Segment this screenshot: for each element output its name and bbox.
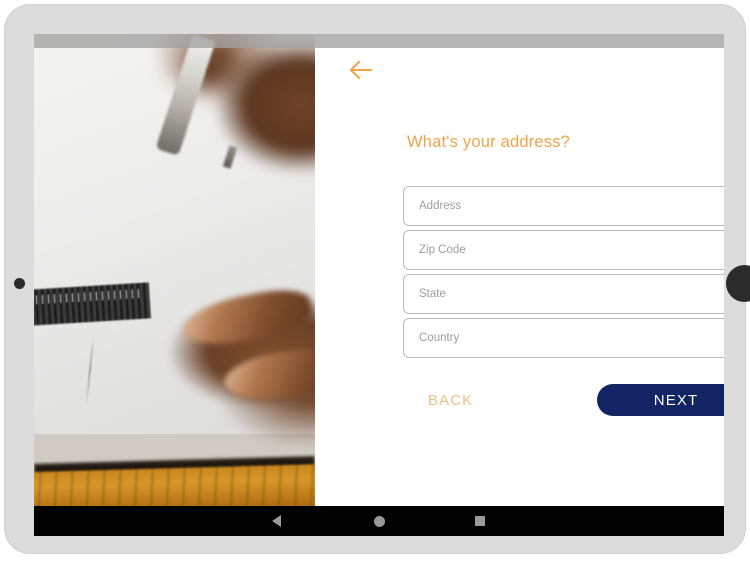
country-input[interactable] bbox=[403, 318, 724, 358]
device-screen: What's your address? BACK NEXT bbox=[34, 34, 724, 536]
form-actions: BACK NEXT bbox=[403, 384, 724, 421]
arrow-left-icon[interactable] bbox=[347, 57, 377, 83]
hero-photo bbox=[34, 34, 315, 506]
page-title: What's your address? bbox=[407, 133, 571, 151]
back-button[interactable]: BACK bbox=[428, 392, 473, 409]
square-recents-icon[interactable] bbox=[450, 506, 510, 536]
address-input[interactable] bbox=[403, 186, 724, 226]
side-button-icon[interactable] bbox=[726, 265, 750, 302]
android-nav-bar bbox=[34, 506, 724, 536]
camera-dot-icon bbox=[14, 278, 25, 289]
triangle-back-icon[interactable] bbox=[246, 506, 306, 536]
address-form-panel: What's your address? BACK NEXT bbox=[315, 34, 724, 506]
next-button[interactable]: NEXT bbox=[597, 384, 724, 416]
photo-wooden-table bbox=[34, 463, 315, 506]
tablet-device-frame: What's your address? BACK NEXT bbox=[4, 4, 750, 554]
zip-code-input[interactable] bbox=[403, 230, 724, 270]
state-input[interactable] bbox=[403, 274, 724, 314]
status-bar bbox=[34, 34, 724, 48]
form-fields bbox=[403, 186, 724, 362]
circle-home-icon[interactable] bbox=[349, 506, 409, 536]
